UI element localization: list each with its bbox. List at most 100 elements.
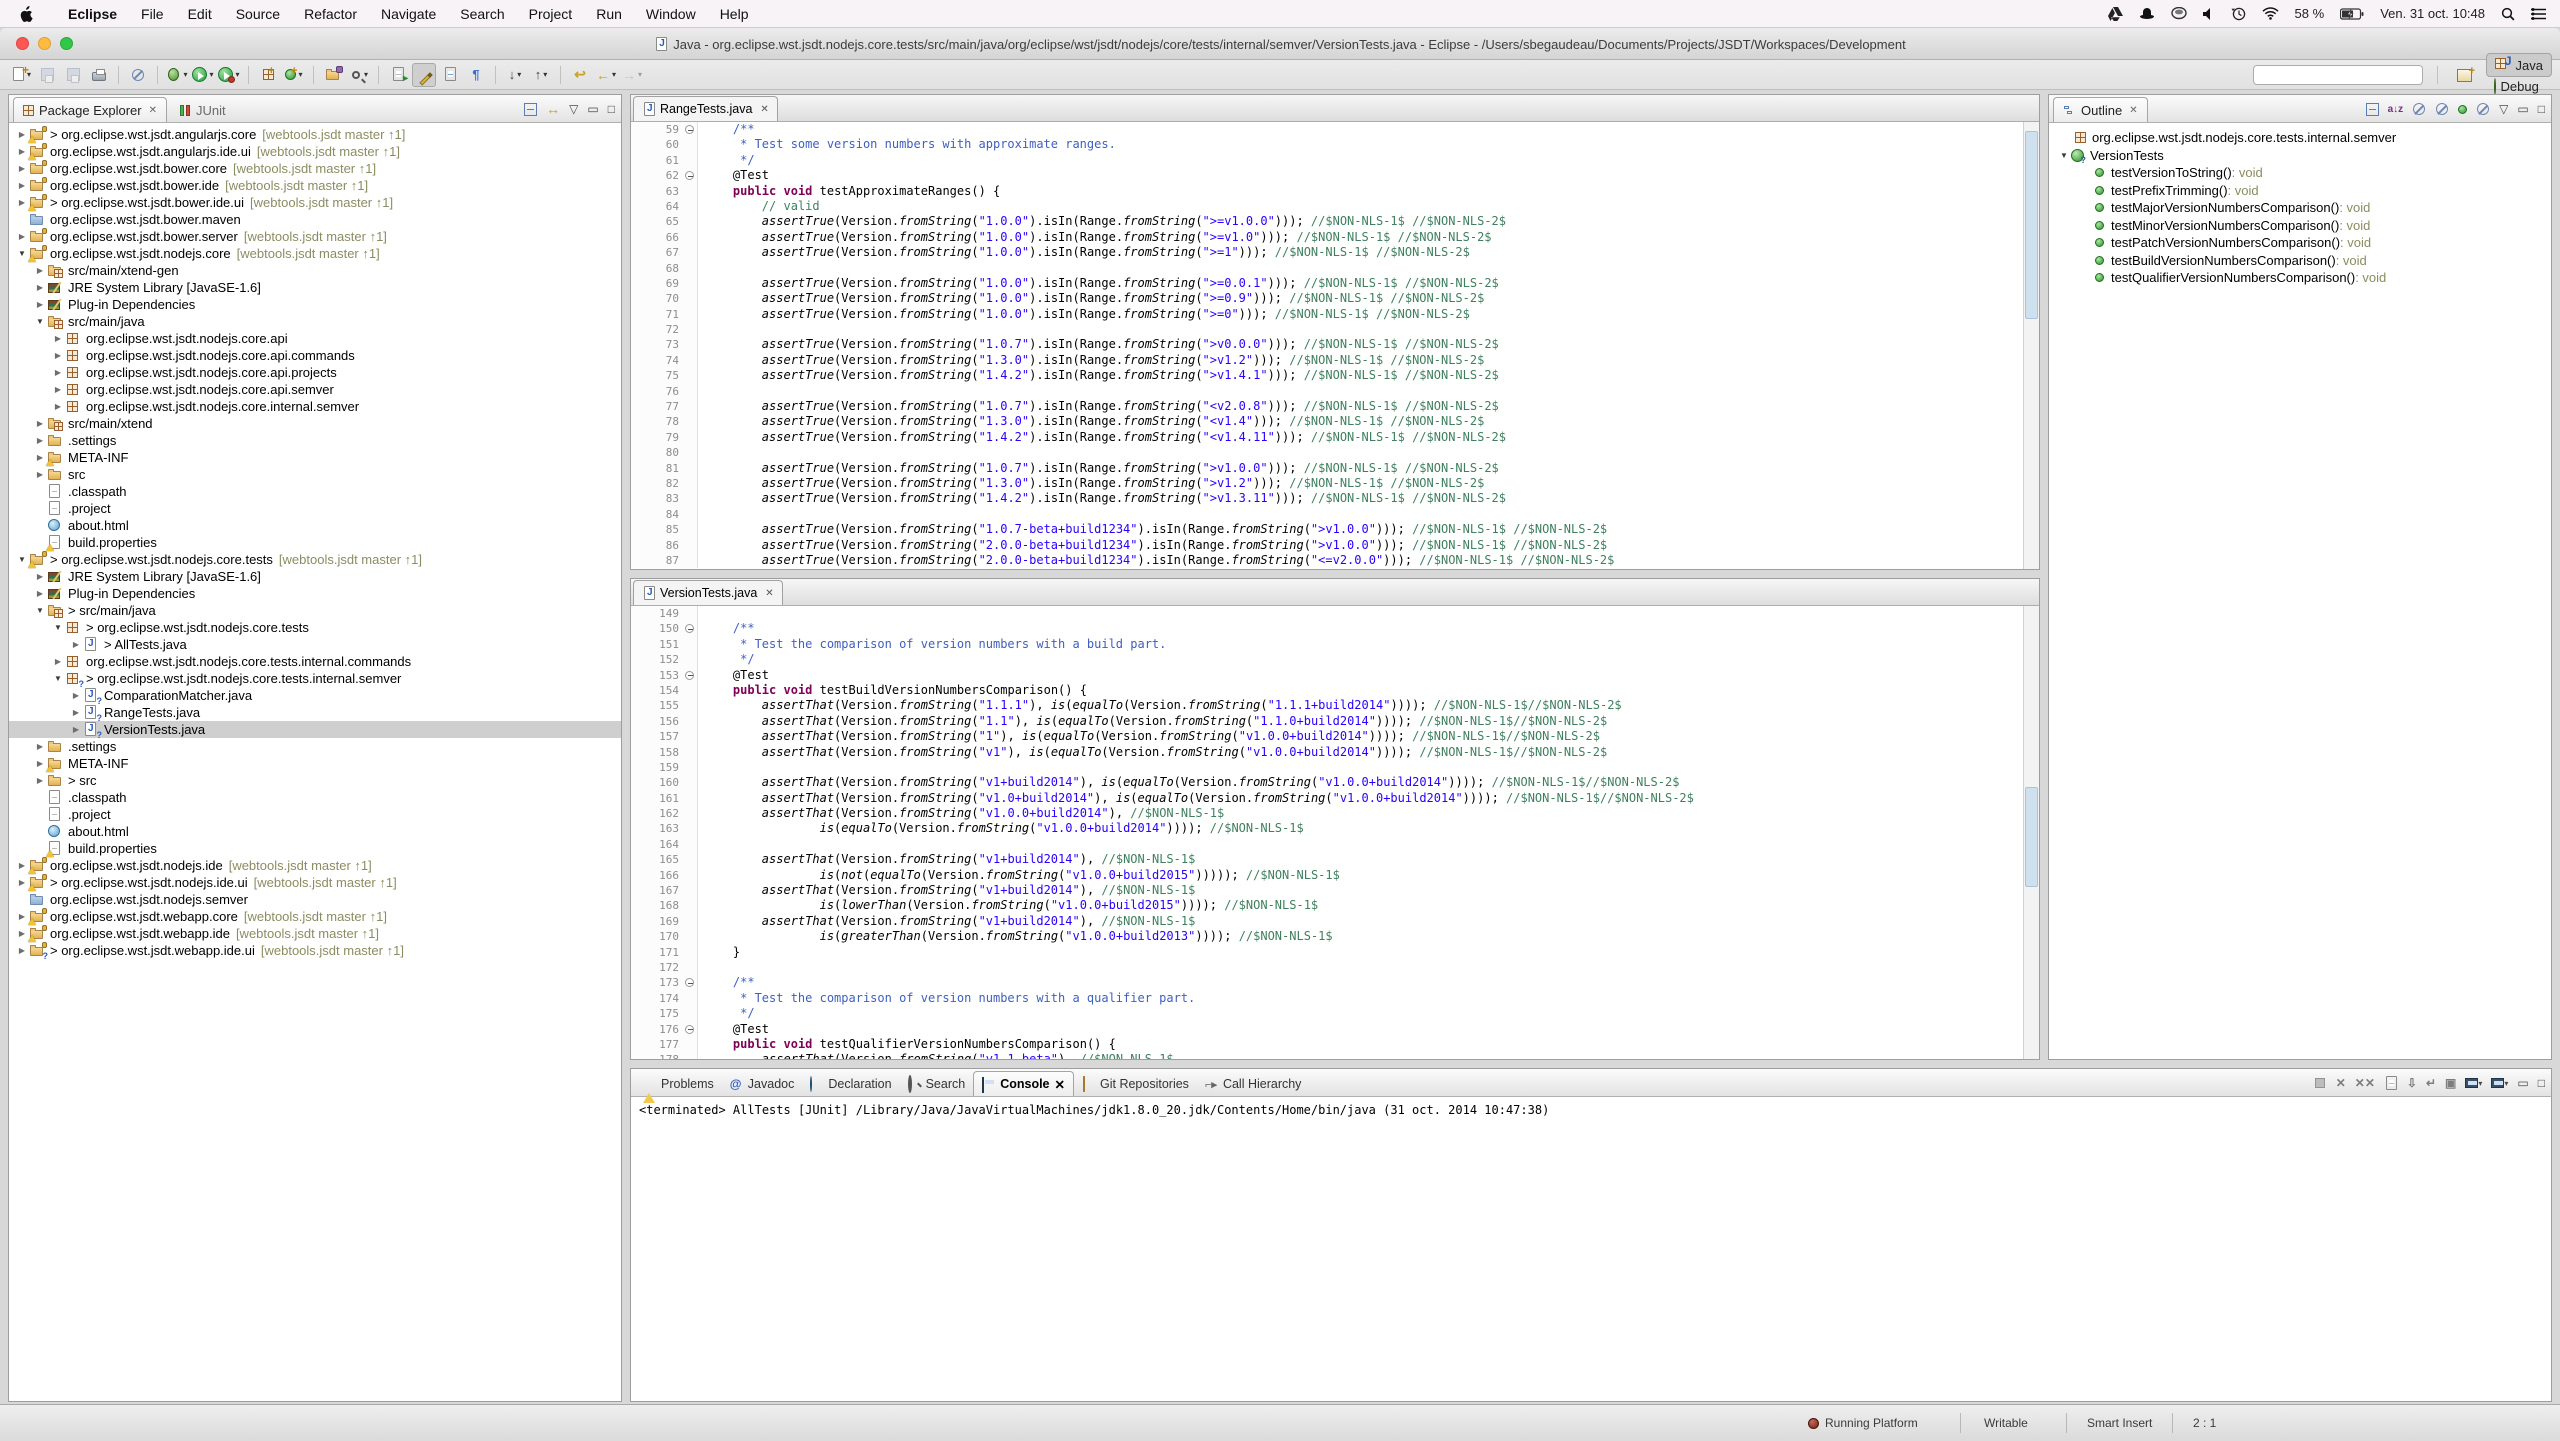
tree-item[interactable]: ▶org.eclipse.wst.jsdt.nodejs.core.api.pr… (9, 364, 621, 381)
code-area[interactable]: 59 /**60 * Test some version numbers wit… (631, 122, 2023, 569)
code-line[interactable]: 70 assertTrue(Version.fromString("1.0.0"… (631, 291, 2023, 306)
tab-search[interactable]: Search (900, 1071, 974, 1096)
code-line[interactable]: 165 assertThat(Version.fromString("v1+bu… (631, 852, 2023, 867)
tree-item[interactable]: about.html (9, 823, 621, 840)
link-with-editor-icon[interactable]: ↔ (546, 101, 560, 117)
tree-item[interactable]: ▶META-INF (9, 755, 621, 772)
code-line[interactable]: 67 assertTrue(Version.fromString("1.0.0"… (631, 245, 2023, 260)
debug-button[interactable]: ▾ (165, 63, 189, 87)
open-type-button[interactable]: ▸ (386, 63, 410, 87)
code-line[interactable]: 59 /** (631, 122, 2023, 137)
spotlight-icon[interactable] (2501, 7, 2515, 21)
hide-non-public-icon[interactable] (2458, 105, 2467, 114)
tree-item[interactable]: .classpath (9, 789, 621, 806)
remove-launch-button[interactable]: ✕ (2336, 1076, 2346, 1090)
outline-class[interactable]: ▼?VersionTests (2049, 147, 2551, 165)
tree-item[interactable]: ▶J?RangeTests.java (9, 704, 621, 721)
code-line[interactable]: 157 assertThat(Version.fromString("1"), … (631, 729, 2023, 744)
chevron-collapsed-icon[interactable]: ▶ (69, 640, 83, 649)
outline-method[interactable]: testVersionToString() : void (2049, 164, 2551, 182)
chevron-collapsed-icon[interactable]: ▶ (15, 181, 29, 190)
chevron-collapsed-icon[interactable]: ▶ (33, 419, 47, 428)
code-line[interactable]: 86 assertTrue(Version.fromString("2.0.0-… (631, 538, 2023, 553)
tree-item[interactable]: ▶org.eclipse.wst.jsdt.webapp.ide[webtool… (9, 925, 621, 942)
quick-access-input[interactable] (2253, 65, 2423, 85)
console-output[interactable]: <terminated> AllTests [JUnit] /Library/J… (631, 1097, 2551, 1123)
skip-all-breakpoints-button[interactable] (126, 63, 150, 87)
chevron-collapsed-icon[interactable]: ▶ (15, 946, 29, 955)
code-line[interactable]: 68 (631, 261, 2023, 276)
hide-local-types-icon[interactable] (2477, 103, 2489, 115)
hide-fields-icon[interactable] (2413, 103, 2425, 115)
save-button[interactable] (35, 63, 59, 87)
maximize-button[interactable]: □ (2538, 1076, 2545, 1090)
code-line[interactable]: 73 assertTrue(Version.fromString("1.0.7"… (631, 337, 2023, 352)
tree-item[interactable]: org.eclipse.wst.jsdt.bower.maven (9, 211, 621, 228)
code-line[interactable]: 156 assertThat(Version.fromString("1.1")… (631, 714, 2023, 729)
save-all-button[interactable] (61, 63, 85, 87)
outline-method[interactable]: testBuildVersionNumbersComparison() : vo… (2049, 252, 2551, 270)
scroll-lock-button[interactable]: ⇩ (2407, 1076, 2417, 1090)
menu-bar-clock[interactable]: Ven. 31 oct. 10:48 (2380, 6, 2485, 21)
new-wizard-button[interactable]: +▾ (9, 63, 33, 87)
code-line[interactable]: 81 assertTrue(Version.fromString("1.0.7"… (631, 461, 2023, 476)
code-line[interactable]: 155 assertThat(Version.fromString("1.1.1… (631, 698, 2023, 713)
notification-center-icon[interactable] (2531, 8, 2546, 20)
tab-console[interactable]: Console✕ (973, 1071, 1074, 1096)
code-line[interactable]: 162 assertThat(Version.fromString("v1.0.… (631, 806, 2023, 821)
terminate-button[interactable] (2313, 1076, 2327, 1090)
open-plugin-artifact-button[interactable] (321, 63, 345, 87)
tree-item[interactable]: ▶Plug-in Dependencies (9, 296, 621, 313)
code-line[interactable]: 82 assertTrue(Version.fromString("1.3.0"… (631, 476, 2023, 491)
code-line[interactable]: 161 assertThat(Version.fromString("v1.0+… (631, 791, 2023, 806)
outline-method[interactable]: testPrefixTrimming() : void (2049, 182, 2551, 200)
tree-item[interactable]: ▶org.eclipse.wst.jsdt.nodejs.core.api.co… (9, 347, 621, 364)
tree-item[interactable]: ▶org.eclipse.wst.jsdt.angularjs.ide.ui[w… (9, 143, 621, 160)
tree-item[interactable]: ▼src/main/java (9, 313, 621, 330)
menu-edit[interactable]: Edit (176, 6, 224, 22)
chevron-collapsed-icon[interactable]: ▶ (33, 266, 47, 275)
code-line[interactable]: 174 * Test the comparison of version num… (631, 991, 2023, 1006)
outline-method[interactable]: testQualifierVersionNumbersComparison() … (2049, 269, 2551, 287)
tree-item[interactable]: ▶org.eclipse.wst.jsdt.webapp.core[webtoo… (9, 908, 621, 925)
code-line[interactable]: 153 @Test (631, 668, 2023, 683)
tree-item[interactable]: ▼> org.eclipse.wst.jsdt.nodejs.core.test… (9, 551, 621, 568)
tab-rangetests-java[interactable]: J RangeTests.java✕ (633, 96, 778, 121)
tab-outline[interactable]: Outline✕ (2053, 97, 2148, 122)
chevron-collapsed-icon[interactable]: ▶ (15, 929, 29, 938)
tree-item[interactable]: ▶org.eclipse.wst.jsdt.bower.ide[webtools… (9, 177, 621, 194)
chevron-collapsed-icon[interactable]: ▶ (15, 130, 29, 139)
insert-mode-indicator[interactable]: Smart Insert (2087, 1405, 2152, 1441)
tree-item[interactable]: ▶?> org.eclipse.wst.jsdt.webapp.ide.ui[w… (9, 942, 621, 959)
minimize-view-icon[interactable]: ▭ (2517, 102, 2528, 116)
chevron-collapsed-icon[interactable]: ▶ (51, 351, 65, 360)
outline-method[interactable]: testMajorVersionNumbersComparison() : vo… (2049, 199, 2551, 217)
remove-all-terminated-button[interactable]: ✕✕ (2355, 1076, 2375, 1090)
code-line[interactable]: 173 /** (631, 975, 2023, 990)
hide-static-members-icon[interactable] (2436, 103, 2448, 115)
chevron-collapsed-icon[interactable]: ▶ (51, 657, 65, 666)
code-line[interactable]: 154 public void testBuildVersionNumbersC… (631, 683, 2023, 698)
chevron-expanded-icon[interactable]: ▼ (33, 606, 47, 615)
code-line[interactable]: 71 assertTrue(Version.fromString("1.0.0"… (631, 307, 2023, 322)
chevron-collapsed-icon[interactable]: ▶ (51, 385, 65, 394)
close-icon[interactable]: ✕ (1055, 1077, 1065, 1092)
last-edit-location-button[interactable]: ↩ (568, 63, 592, 87)
collapse-all-icon[interactable] (2366, 103, 2379, 116)
chevron-expanded-icon[interactable]: ▼ (51, 674, 65, 683)
code-line[interactable]: 150 /** (631, 621, 2023, 636)
fold-column[interactable] (683, 122, 698, 137)
fold-column[interactable] (683, 668, 698, 683)
code-line[interactable]: 170 is(greaterThan(Version.fromString("v… (631, 929, 2023, 944)
run-button[interactable]: ▾ (191, 63, 215, 87)
chevron-collapsed-icon[interactable]: ▶ (15, 164, 29, 173)
hat-icon[interactable] (2139, 7, 2155, 20)
tree-item-selected[interactable]: ▶J?VersionTests.java (9, 721, 621, 738)
tree-item[interactable]: build.properties (9, 534, 621, 551)
chevron-collapsed-icon[interactable]: ▶ (51, 368, 65, 377)
code-line[interactable]: 79 assertTrue(Version.fromString("1.4.2"… (631, 430, 2023, 445)
editor-scrollbar[interactable] (2023, 606, 2039, 1059)
code-line[interactable]: 164 (631, 837, 2023, 852)
code-line[interactable]: 168 is(lowerThan(Version.fromString("v1.… (631, 898, 2023, 913)
cup-icon[interactable] (2171, 7, 2187, 20)
